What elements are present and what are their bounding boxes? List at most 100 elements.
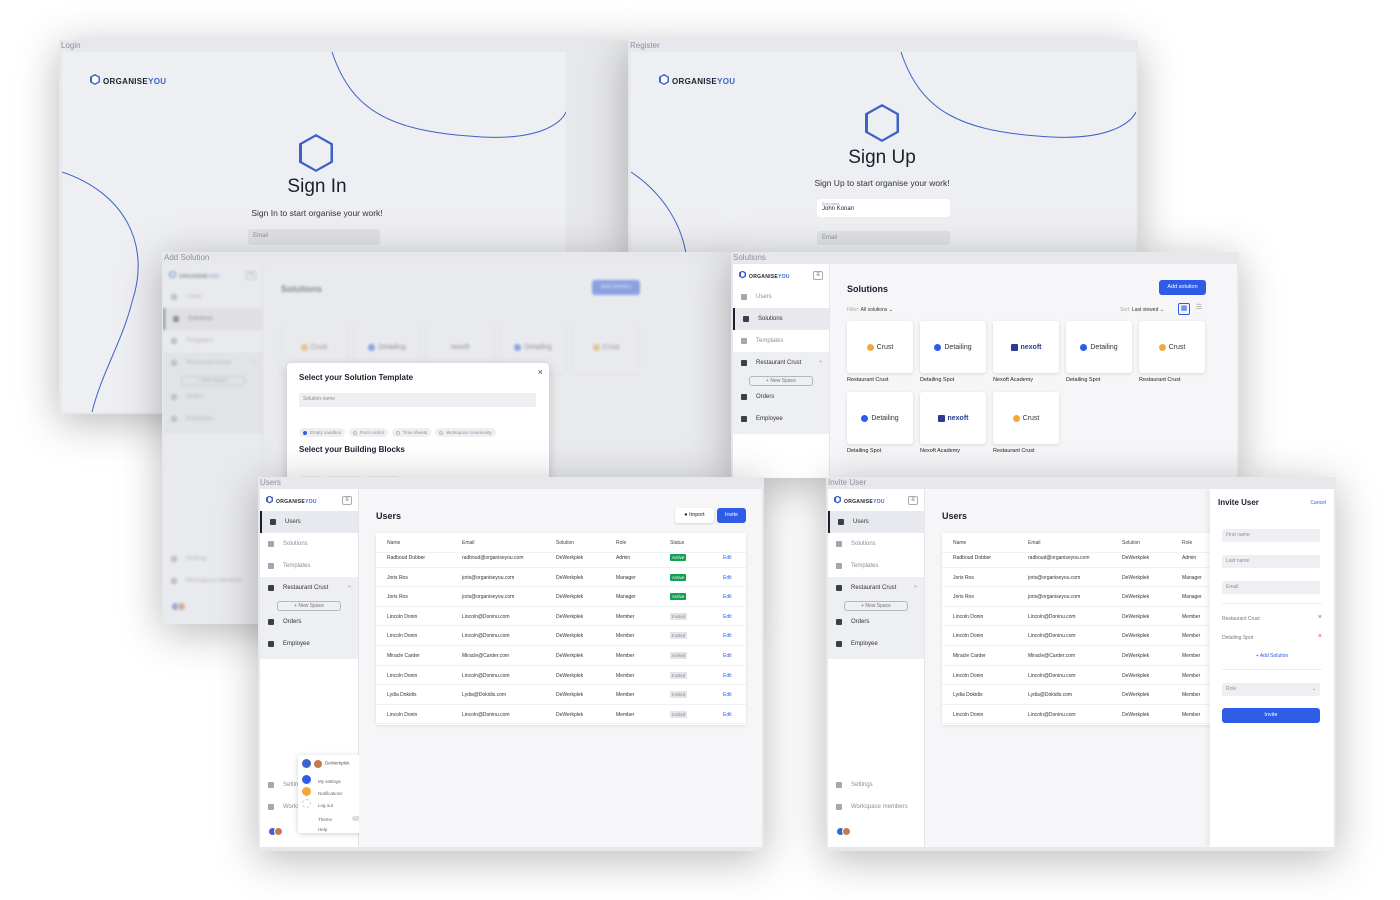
popover-item[interactable]: Theme <box>318 817 332 822</box>
invite-submit-button[interactable]: Invite <box>1222 708 1320 723</box>
sidebar-item-users[interactable]: Users <box>260 511 358 533</box>
sidebar-item-templates[interactable]: Templates <box>260 555 358 577</box>
list-view-icon[interactable]: ☰ <box>1193 303 1205 315</box>
sidebar-item-templates[interactable]: Templates <box>733 330 829 352</box>
edit-link[interactable]: Edit <box>723 692 732 698</box>
solution-card[interactable]: Crust <box>993 392 1059 444</box>
table-row[interactable]: Joris Ros joris@organiseyou.com DeWerkplek… <box>376 587 746 607</box>
remove-icon[interactable]: × <box>1318 633 1322 640</box>
workspace-switcher[interactable]: DeWerkplek <box>302 759 362 771</box>
add-solution-link[interactable]: + Add Solution <box>1210 653 1334 659</box>
menu-icon[interactable]: ≡ <box>813 270 823 280</box>
sidebar-item-settings[interactable]: Settings <box>828 774 924 796</box>
sidebar-item-employee[interactable]: Employee <box>260 633 358 655</box>
new-space-button[interactable]: + New Space <box>277 601 341 611</box>
role-select[interactable]: Role ⌄ <box>1222 683 1320 696</box>
table-row[interactable]: Joris Ros joris@organiseyou.com DeWerkplek… <box>942 568 1212 588</box>
table-cell: DeWerkplek <box>1122 672 1150 679</box>
table-row[interactable]: Joris Ros joris@organiseyou.com DeWerkplek… <box>942 587 1212 607</box>
avatar-group[interactable] <box>836 827 851 836</box>
status-badge: Invited <box>670 632 688 640</box>
edit-link[interactable]: Edit <box>723 653 732 659</box>
new-space-button[interactable]: + New Space <box>749 376 813 386</box>
edit-link[interactable]: Edit <box>723 673 732 679</box>
table-row[interactable]: Joris Ros joris@organiseyou.com DeWerkplek… <box>376 568 746 588</box>
table-row[interactable]: Lincoln Donin Lincoln@Doninu.com DeWerkple… <box>942 666 1212 686</box>
table-row[interactable]: Radboud Dobber radboud@organiseyou.com DeW… <box>376 548 746 568</box>
solution-name-input[interactable]: Solution name <box>299 393 536 407</box>
template-option[interactable]: Time sheets <box>391 428 432 437</box>
solution-card[interactable]: Detailing <box>920 321 986 373</box>
popover-item[interactable]: My settings <box>318 779 341 784</box>
template-option[interactable]: Post control <box>349 428 388 437</box>
new-space-button[interactable]: + New Space <box>844 601 908 611</box>
edit-link[interactable]: Edit <box>723 575 732 581</box>
table-row[interactable]: Lydia Dokidis Lydia@Dokidis.com DeWerkplek… <box>942 685 1212 705</box>
table-row[interactable]: Lincoln Donin Lincoln@Doninu.com DeWerkple… <box>942 626 1212 646</box>
table-row[interactable]: Lincoln Donin Lincoln@Doninu.com DeWerkple… <box>376 666 746 686</box>
last-name-input[interactable]: Last name <box>1222 555 1320 568</box>
popover-item[interactable]: Help <box>318 827 327 832</box>
sidebar-item-restaurant-crust[interactable]: Restaurant Crust⌃ <box>733 352 829 374</box>
cancel-link[interactable]: Cancel <box>1310 500 1326 506</box>
menu-icon[interactable]: ≡ <box>342 495 352 505</box>
signin-email-input[interactable]: Email <box>248 229 380 245</box>
table-row[interactable]: Lydia Dokidis Lydia@Dokidis.com DeWerkplek… <box>376 685 746 705</box>
status-badge: Invited <box>670 612 688 620</box>
table-cell: Lincoln Donin <box>387 633 418 640</box>
template-option[interactable]: Workspace community <box>435 428 496 437</box>
table-row[interactable]: Lincoln Donin Lincoln@Doninu.com DeWerkple… <box>942 705 1212 725</box>
sidebar-item-solutions[interactable]: Solutions <box>733 308 829 330</box>
table-row[interactable]: Radboud Dobber radboud@organiseyou.com DeW… <box>942 548 1212 568</box>
sidebar-item-employee[interactable]: Employee <box>828 633 924 655</box>
sidebar-item-orders[interactable]: Orders <box>260 611 358 633</box>
avatar-group[interactable] <box>268 827 283 836</box>
edit-link[interactable]: Edit <box>723 633 732 639</box>
filter-control[interactable]: Filter: All solutions ⌄ <box>847 307 893 313</box>
sidebar-item-employee[interactable]: Employee <box>733 408 829 430</box>
first-name-input[interactable]: First name <box>1222 529 1320 542</box>
sidebar-item-restaurant-crust[interactable]: Restaurant Crust⌃ <box>828 577 924 599</box>
table-cell: DeWerkplek <box>1122 692 1150 699</box>
sidebar-item-orders[interactable]: Orders <box>828 611 924 633</box>
solution-card[interactable]: nexoft <box>920 392 986 444</box>
close-icon[interactable]: × <box>538 367 543 377</box>
sidebar-item-solutions[interactable]: Solutions <box>828 533 924 555</box>
import-button[interactable]: ● Import <box>675 508 714 523</box>
table-row[interactable]: Miracle Carder Miracle@Carder.com DeWerkpl… <box>376 646 746 666</box>
table-row[interactable]: Miracle Carder Miracle@Carder.com DeWerkpl… <box>942 646 1212 666</box>
invite-button[interactable]: Invite <box>717 508 746 523</box>
add-solution-button[interactable]: Add solution <box>1159 280 1206 295</box>
solution-card[interactable]: Crust <box>1139 321 1205 373</box>
sidebar-item-workspace-members[interactable]: Workspace members <box>828 796 924 818</box>
sidebar-item-restaurant-crust[interactable]: Restaurant Crust⌃ <box>260 577 358 599</box>
email-input[interactable]: Email <box>1222 581 1320 594</box>
solution-card[interactable]: Detailing <box>1066 321 1132 373</box>
template-option[interactable]: Empty sandbox <box>299 428 346 437</box>
signup-email-input[interactable]: Email <box>817 231 950 245</box>
solution-card[interactable]: nexoft <box>993 321 1059 373</box>
table-row[interactable]: Lincoln Donin Lincoln@Doninu.com DeWerkple… <box>376 626 746 646</box>
edit-link[interactable]: Edit <box>723 614 732 620</box>
edit-link[interactable]: Edit <box>723 555 732 561</box>
sidebar-item-solutions[interactable]: Solutions <box>260 533 358 555</box>
sidebar-item-orders[interactable]: Orders <box>733 386 829 408</box>
template-options: Empty sandbox Post control Time sheets Work… <box>299 421 500 439</box>
sidebar-item-users[interactable]: Users <box>828 511 924 533</box>
sidebar-item-users[interactable]: Users <box>733 286 829 308</box>
signup-name-input[interactable]: Full name John Konan <box>817 199 950 217</box>
edit-link[interactable]: Edit <box>723 594 732 600</box>
sidebar-item-templates[interactable]: Templates <box>828 555 924 577</box>
edit-link[interactable]: Edit <box>723 712 732 718</box>
table-row[interactable]: Lincoln Donin Lincoln@Doninu.com DeWerkple… <box>376 607 746 627</box>
remove-icon[interactable]: × <box>1318 614 1322 621</box>
table-row[interactable]: Lincoln Donin Lincoln@Doninu.com DeWerkple… <box>376 705 746 725</box>
popover-item[interactable]: Log out <box>318 803 333 808</box>
table-row[interactable]: Lincoln Donin Lincoln@Doninu.com DeWerkple… <box>942 607 1212 627</box>
solution-card[interactable]: Detailing <box>847 392 913 444</box>
grid-view-icon[interactable]: ▦ <box>1178 303 1190 315</box>
solution-card[interactable]: Crust <box>847 321 913 373</box>
sort-control[interactable]: Sort: Last viewed ⌄ <box>1120 307 1164 313</box>
menu-icon[interactable]: ≡ <box>908 495 918 505</box>
popover-item[interactable]: Notifications <box>318 791 343 796</box>
